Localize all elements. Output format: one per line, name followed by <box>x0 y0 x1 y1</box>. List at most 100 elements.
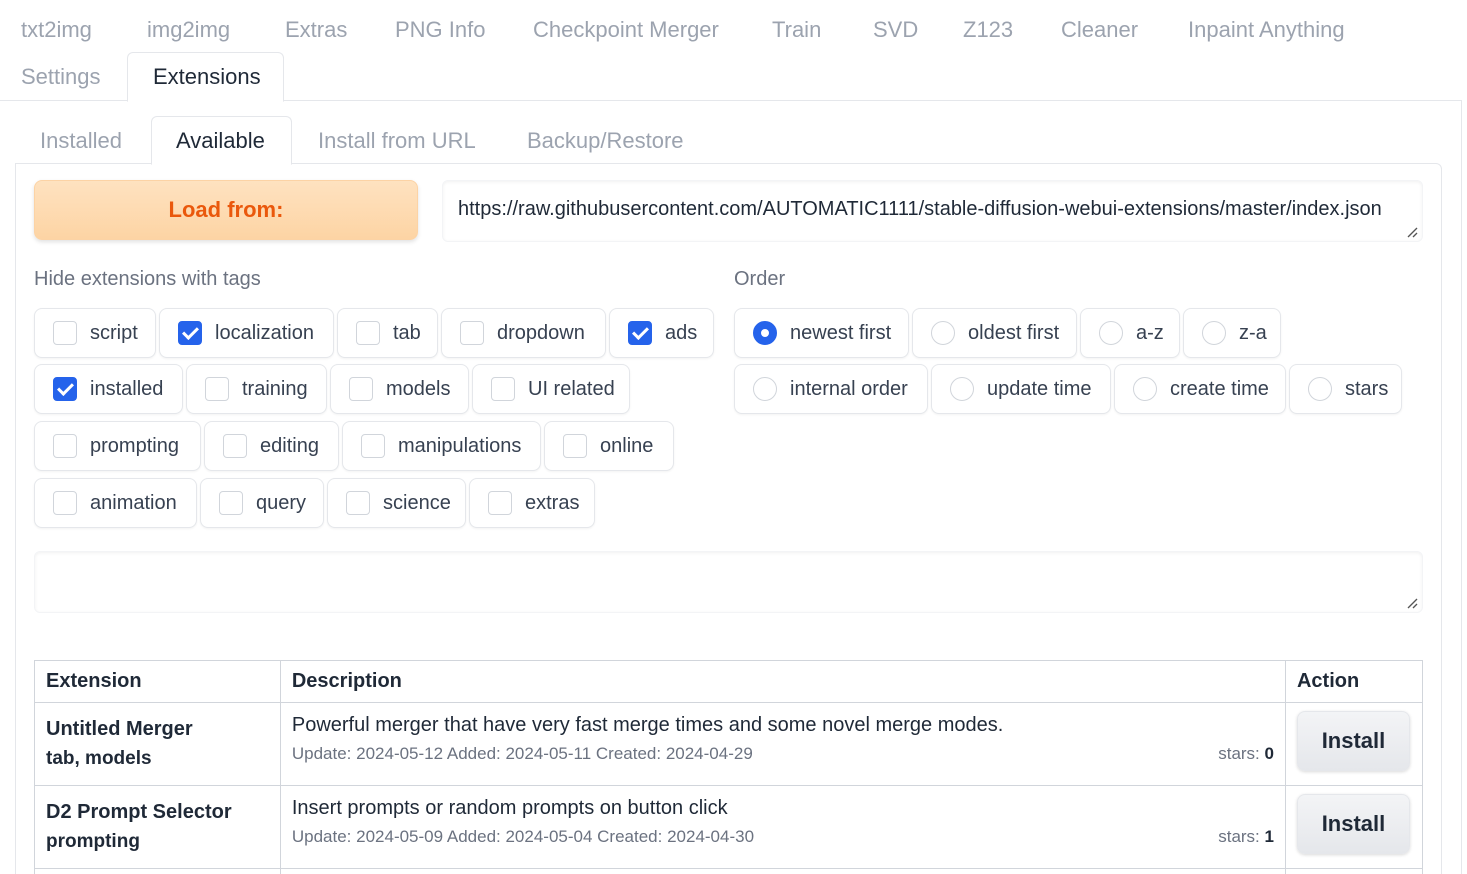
table-row: Untitled Merger tab, models Powerful mer… <box>34 702 1424 786</box>
column-header-extension: Extension <box>34 660 281 703</box>
tag-checkbox-localization[interactable]: localization <box>159 308 334 358</box>
available-extensions-table: Extension Description Action Untitled Me… <box>34 660 1424 874</box>
column-header-action: Action <box>1284 660 1424 703</box>
extension-dates: Update: 2024-05-09 Added: 2024-05-04 Cre… <box>291 827 755 846</box>
tag-checkbox-script[interactable]: script <box>34 308 156 358</box>
radio-icon <box>1133 377 1157 401</box>
checkbox-checked-icon <box>178 321 202 345</box>
order-radio-update-time[interactable]: update time <box>931 364 1111 414</box>
radio-icon <box>1099 321 1123 345</box>
subtab-backup-restore[interactable]: Backup/Restore <box>527 129 684 153</box>
checkbox-icon <box>205 377 229 401</box>
tag-checkbox-dropdown[interactable]: dropdown <box>441 308 606 358</box>
tag-checkbox-training[interactable]: training <box>186 364 327 414</box>
hide-tags-label: Hide extensions with tags <box>34 268 261 290</box>
tag-checkbox-tab[interactable]: tab <box>337 308 438 358</box>
table-row <box>34 868 1424 874</box>
index-url-value: https://raw.githubusercontent.com/AUTOMA… <box>458 198 1382 220</box>
extension-tags: prompting <box>46 831 140 852</box>
order-radio-a-z[interactable]: a-z <box>1080 308 1180 358</box>
tag-checkbox-installed[interactable]: installed <box>34 364 183 414</box>
checkbox-icon <box>346 491 370 515</box>
extension-stars: stars: 0 <box>1218 744 1274 763</box>
radio-icon <box>950 377 974 401</box>
extension-cell: D2 Prompt Selector prompting <box>34 785 281 869</box>
tab-svd[interactable]: SVD <box>873 18 918 42</box>
checkbox-icon <box>349 377 373 401</box>
tab-png-info[interactable]: PNG Info <box>395 18 485 42</box>
tab-z123[interactable]: Z123 <box>963 18 1013 42</box>
description-cell: Powerful merger that have very fast merg… <box>279 702 1286 786</box>
checkbox-icon <box>219 491 243 515</box>
tab-extras[interactable]: Extras <box>285 18 347 42</box>
order-radio-stars[interactable]: stars <box>1289 364 1402 414</box>
index-url-field[interactable]: https://raw.githubusercontent.com/AUTOMA… <box>442 180 1423 242</box>
tag-checkbox-extras[interactable]: extras <box>469 478 595 528</box>
action-cell: Install <box>1284 702 1424 786</box>
tab-inpaint-anything[interactable]: Inpaint Anything <box>1188 18 1345 42</box>
extension-description: Insert prompts or random prompts on butt… <box>291 797 728 819</box>
tab-extensions[interactable]: Extensions <box>153 65 261 89</box>
extension-name-link[interactable]: Untitled Merger <box>46 714 269 744</box>
subtab-install-from-url[interactable]: Install from URL <box>318 129 476 153</box>
checkbox-icon <box>491 377 515 401</box>
table-row: D2 Prompt Selector prompting Insert prom… <box>34 785 1424 869</box>
order-radio-oldest-first[interactable]: oldest first <box>912 308 1077 358</box>
tab-settings[interactable]: Settings <box>21 65 101 89</box>
tag-checkbox-prompting[interactable]: prompting <box>34 421 201 471</box>
load-from-button[interactable]: Load from: <box>34 180 418 240</box>
tag-checkbox-online[interactable]: online <box>544 421 674 471</box>
install-button[interactable]: Install <box>1296 711 1410 771</box>
resize-handle-icon[interactable] <box>1406 597 1418 609</box>
checkbox-icon <box>361 434 385 458</box>
checkbox-icon <box>53 321 77 345</box>
resize-handle-icon[interactable] <box>1406 226 1418 238</box>
order-radio-internal-order[interactable]: internal order <box>734 364 928 414</box>
checkbox-checked-icon <box>53 377 77 401</box>
action-cell: Install <box>1284 785 1424 869</box>
checkbox-icon <box>460 321 484 345</box>
checkbox-icon <box>488 491 512 515</box>
checkbox-icon <box>563 434 587 458</box>
tab-img2img[interactable]: img2img <box>147 18 230 42</box>
main-tab-bar: txt2img img2img Extras PNG Info Checkpoi… <box>0 0 1467 102</box>
radio-icon <box>931 321 955 345</box>
tag-checkbox-query[interactable]: query <box>200 478 324 528</box>
column-header-description: Description <box>279 660 1286 703</box>
extension-dates: Update: 2024-05-12 Added: 2024-05-11 Cre… <box>291 744 753 763</box>
tab-cleaner[interactable]: Cleaner <box>1061 18 1138 42</box>
table-header-row: Extension Description Action <box>34 660 1424 703</box>
tab-train[interactable]: Train <box>772 18 821 42</box>
checkbox-icon <box>53 434 77 458</box>
tag-checkbox-animation[interactable]: animation <box>34 478 197 528</box>
content-border <box>1461 100 1462 874</box>
order-label: Order <box>734 268 786 290</box>
checkbox-icon <box>223 434 247 458</box>
checkbox-checked-icon <box>628 321 652 345</box>
checkbox-icon <box>53 491 77 515</box>
subtab-available[interactable]: Available <box>176 129 265 153</box>
description-cell: Insert prompts or random prompts on butt… <box>279 785 1286 869</box>
tag-checkbox-editing[interactable]: editing <box>204 421 339 471</box>
extension-description: Powerful merger that have very fast merg… <box>291 714 1004 736</box>
checkbox-icon <box>356 321 380 345</box>
extension-cell: Untitled Merger tab, models <box>34 702 281 786</box>
extension-tags: tab, models <box>46 748 152 769</box>
order-radio-create-time[interactable]: create time <box>1114 364 1286 414</box>
order-radio-newest-first[interactable]: newest first <box>734 308 909 358</box>
tag-checkbox-models[interactable]: models <box>330 364 469 414</box>
tab-checkpoint-merger[interactable]: Checkpoint Merger <box>533 18 719 42</box>
tag-checkbox-manipulations[interactable]: manipulations <box>342 421 541 471</box>
tab-txt2img[interactable]: txt2img <box>21 18 92 42</box>
tag-checkbox-ads[interactable]: ads <box>609 308 714 358</box>
extension-name-link[interactable]: D2 Prompt Selector <box>46 797 269 827</box>
search-field[interactable] <box>34 551 1423 613</box>
subtab-installed[interactable]: Installed <box>40 129 122 153</box>
radio-icon <box>753 377 777 401</box>
install-button[interactable]: Install <box>1296 794 1410 854</box>
radio-icon <box>1308 377 1332 401</box>
tag-checkbox-ui-related[interactable]: UI related <box>472 364 630 414</box>
tag-checkbox-science[interactable]: science <box>327 478 466 528</box>
radio-icon <box>1202 321 1226 345</box>
order-radio-z-a[interactable]: z-a <box>1183 308 1281 358</box>
